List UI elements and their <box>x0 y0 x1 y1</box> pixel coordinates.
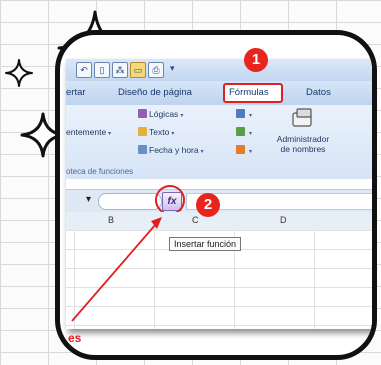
step-1-badge: 1 <box>244 48 268 72</box>
small-sparkle-icon <box>5 59 33 87</box>
bottom-partial-text: es <box>68 331 82 345</box>
pointer-arrow <box>71 217 162 322</box>
step-2-badge: 2 <box>196 193 220 217</box>
excel-screenshot: ↶ ▯ ⁂ ▭ ⎙ ▾ ertar Diseño de página Fórmu… <box>66 59 372 329</box>
rounded-frame: ↶ ▯ ⁂ ▭ ⎙ ▾ ertar Diseño de página Fórmu… <box>55 30 377 360</box>
